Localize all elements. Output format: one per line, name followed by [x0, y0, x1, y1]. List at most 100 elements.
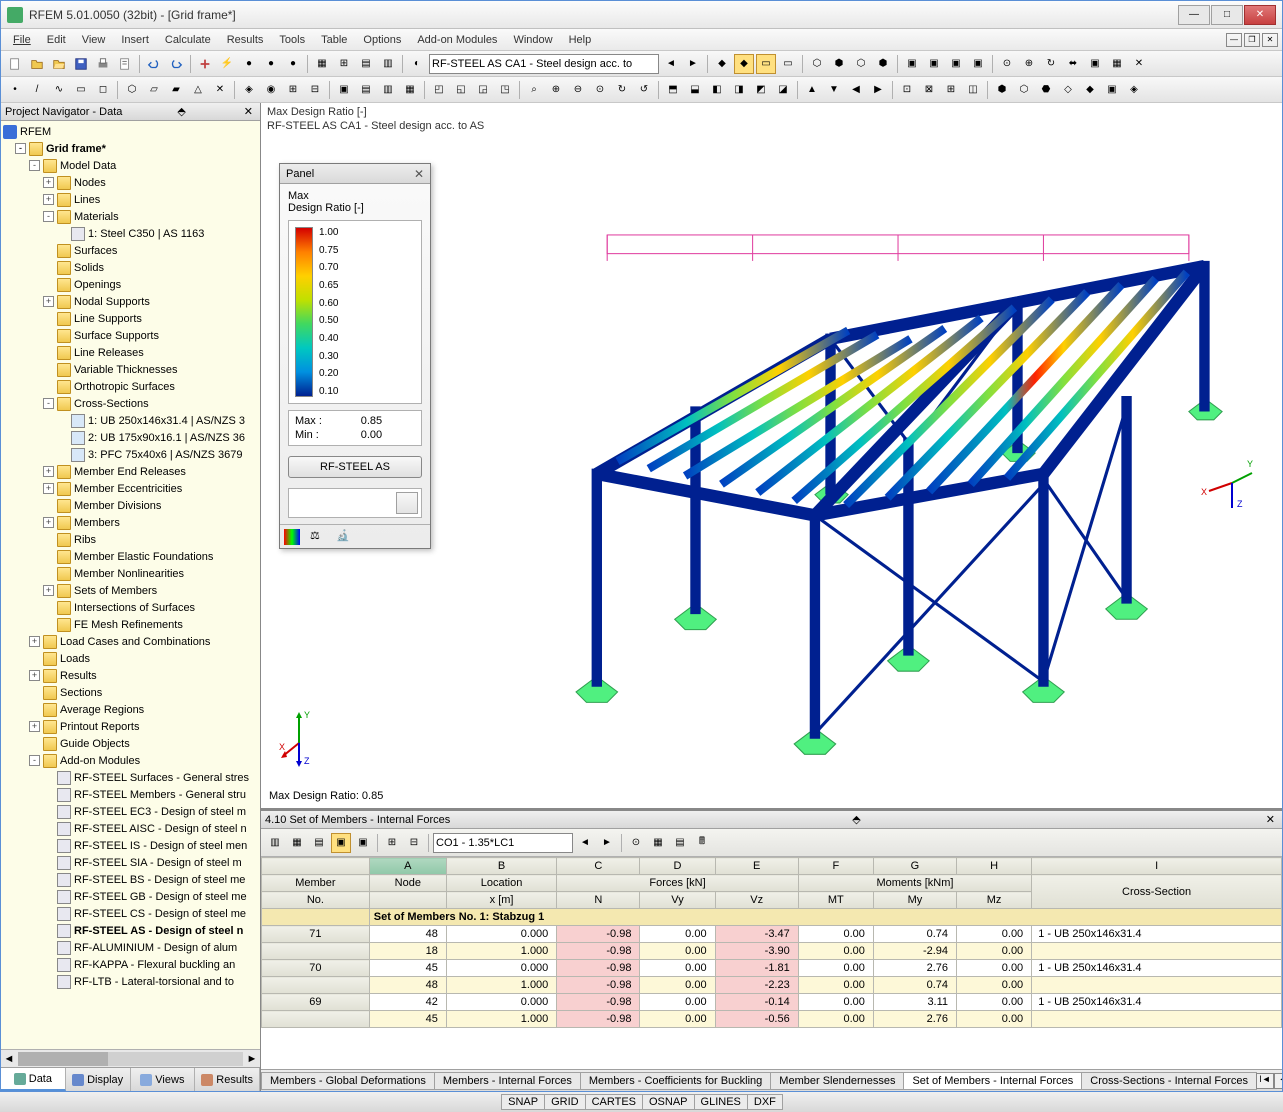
tool-icon[interactable]: ◆: [734, 54, 754, 74]
tool-icon[interactable]: ◰: [429, 80, 449, 100]
tool-icon[interactable]: ⬢: [873, 54, 893, 74]
tool-icon[interactable]: ▲: [802, 80, 822, 100]
prev-icon[interactable]: ◄: [661, 54, 681, 74]
tool-icon[interactable]: ▤: [356, 54, 376, 74]
tool-icon[interactable]: ◻: [93, 80, 113, 100]
expand-icon[interactable]: -: [43, 211, 54, 222]
status-osnap[interactable]: OSNAP: [642, 1094, 695, 1110]
tool-icon[interactable]: ◈: [239, 80, 259, 100]
tool-icon[interactable]: △: [188, 80, 208, 100]
tool-icon[interactable]: ◳: [495, 80, 515, 100]
tool-icon[interactable]: ▦: [400, 80, 420, 100]
t-tool-icon[interactable]: ⊞: [382, 833, 402, 853]
tool-icon[interactable]: ⬢: [829, 54, 849, 74]
tree-item[interactable]: -Materials: [1, 208, 260, 225]
tool-icon[interactable]: ⌕: [524, 80, 544, 100]
table-tab[interactable]: Members - Coefficients for Buckling: [580, 1072, 771, 1090]
status-grid[interactable]: GRID: [544, 1094, 586, 1110]
t-tool-icon[interactable]: ▦: [287, 833, 307, 853]
calc-icon[interactable]: [195, 54, 215, 74]
tree-addon[interactable]: RF-STEEL Surfaces - General stres: [1, 769, 260, 786]
tool-icon[interactable]: ↺: [634, 80, 654, 100]
tool-icon[interactable]: ⬡: [807, 54, 827, 74]
tree-item[interactable]: +Nodal Supports: [1, 293, 260, 310]
tool-icon[interactable]: ◲: [473, 80, 493, 100]
redo-icon[interactable]: [166, 54, 186, 74]
navtab-views[interactable]: Views: [131, 1068, 196, 1091]
tool-icon[interactable]: ◀: [846, 80, 866, 100]
tree-item[interactable]: Member Nonlinearities: [1, 565, 260, 582]
navtab-display[interactable]: Display: [66, 1068, 131, 1091]
next-icon[interactable]: ►: [683, 54, 703, 74]
collapse-icon[interactable]: -: [15, 143, 26, 154]
tool-icon[interactable]: ▥: [378, 80, 398, 100]
tool-icon[interactable]: ▦: [1107, 54, 1127, 74]
expand-icon[interactable]: +: [43, 466, 54, 477]
expand-icon[interactable]: +: [43, 177, 54, 188]
tool-icon[interactable]: ↻: [612, 80, 632, 100]
tool-icon[interactable]: ▥: [378, 54, 398, 74]
tree-addon[interactable]: RF-STEEL AISC - Design of steel n: [1, 820, 260, 837]
menu-options[interactable]: Options: [355, 32, 409, 48]
t-tool-icon[interactable]: ▤: [309, 833, 329, 853]
tool-icon[interactable]: /: [27, 80, 47, 100]
tree-addon[interactable]: RF-STEEL Members - General stru: [1, 786, 260, 803]
tree-item[interactable]: +Lines: [1, 191, 260, 208]
print-icon[interactable]: [93, 54, 113, 74]
tree-item[interactable]: Loads: [1, 650, 260, 667]
tool-icon[interactable]: ▣: [1102, 80, 1122, 100]
tool-icon[interactable]: ⊞: [334, 54, 354, 74]
tree-item[interactable]: Surface Supports: [1, 327, 260, 344]
tree-item[interactable]: Sections: [1, 684, 260, 701]
tool-icon[interactable]: ◩: [751, 80, 771, 100]
tab-prev-icon[interactable]: ◄: [1274, 1073, 1282, 1089]
tool-icon[interactable]: ●: [261, 54, 281, 74]
tree-addon[interactable]: RF-STEEL BS - Design of steel me: [1, 871, 260, 888]
tool-icon[interactable]: ⬡: [1014, 80, 1034, 100]
table-close-icon[interactable]: ✕: [1263, 813, 1278, 826]
table-tab[interactable]: Members - Internal Forces: [434, 1072, 581, 1090]
tree-addon[interactable]: RF-STEEL SIA - Design of steel m: [1, 854, 260, 871]
tool-icon[interactable]: ◱: [451, 80, 471, 100]
tool-icon[interactable]: ▣: [334, 80, 354, 100]
tool-icon[interactable]: ∿: [49, 80, 69, 100]
status-snap[interactable]: SNAP: [501, 1094, 545, 1110]
tool-icon[interactable]: ⊙: [997, 54, 1017, 74]
tree-addon[interactable]: RF-ALUMINIUM - Design of alum: [1, 939, 260, 956]
expand-icon[interactable]: +: [29, 636, 40, 647]
panel-titlebar[interactable]: Panel ✕: [280, 164, 430, 184]
tree-item[interactable]: +Member End Releases: [1, 463, 260, 480]
tree-item[interactable]: FE Mesh Refinements: [1, 616, 260, 633]
tool-icon[interactable]: ▣: [902, 54, 922, 74]
menu-insert[interactable]: Insert: [113, 32, 157, 48]
expand-icon[interactable]: +: [29, 721, 40, 732]
tool-icon[interactable]: ⊠: [919, 80, 939, 100]
tool-icon[interactable]: ▤: [356, 80, 376, 100]
undo-icon[interactable]: [144, 54, 164, 74]
mdi-min[interactable]: —: [1226, 33, 1242, 47]
palette-icon[interactable]: [284, 529, 300, 545]
close-button[interactable]: ✕: [1244, 5, 1276, 25]
tool-icon[interactable]: ⬡: [851, 54, 871, 74]
tool-icon[interactable]: ◇: [1058, 80, 1078, 100]
tree-item[interactable]: Line Releases: [1, 344, 260, 361]
table-pin-icon[interactable]: ⬘: [849, 813, 863, 826]
tool-icon[interactable]: ▱: [144, 80, 164, 100]
tool-icon[interactable]: ⬢: [992, 80, 1012, 100]
menu-help[interactable]: Help: [561, 32, 600, 48]
tree-addon[interactable]: RF-STEEL CS - Design of steel me: [1, 905, 260, 922]
tab-first-icon[interactable]: I◄: [1256, 1073, 1274, 1089]
table-tab-active[interactable]: Set of Members - Internal Forces: [903, 1072, 1082, 1090]
calc-all-icon[interactable]: ⚡: [217, 54, 237, 74]
expand-icon[interactable]: +: [43, 296, 54, 307]
report-icon[interactable]: [115, 54, 135, 74]
load-combo[interactable]: [433, 833, 573, 853]
tool-icon[interactable]: ◐: [407, 54, 427, 74]
expand-icon[interactable]: +: [29, 670, 40, 681]
tree-item[interactable]: -Add-on Modules: [1, 752, 260, 769]
tool-icon[interactable]: ▣: [1085, 54, 1105, 74]
tool-icon[interactable]: ▣: [924, 54, 944, 74]
maximize-button[interactable]: □: [1211, 5, 1243, 25]
navtab-data[interactable]: Data: [1, 1068, 66, 1091]
expand-icon[interactable]: +: [43, 585, 54, 596]
